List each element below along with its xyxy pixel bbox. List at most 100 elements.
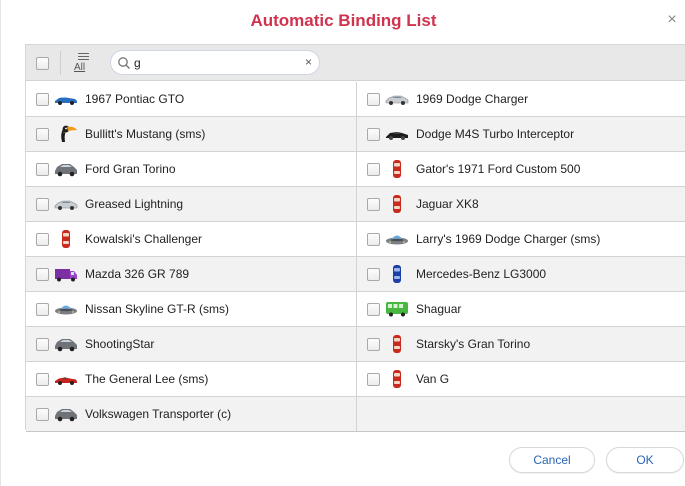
red-car-topdown-icon xyxy=(54,229,78,249)
item-label: Starsky's Gran Torino xyxy=(416,337,531,351)
empty-cell xyxy=(357,397,685,431)
list-row: ShootingStar Starsky's Gran Torino xyxy=(26,327,685,362)
ufo-icon xyxy=(385,229,409,249)
list-item[interactable]: The General Lee (sms) xyxy=(26,362,357,396)
view-all-button[interactable]: All xyxy=(72,50,94,76)
gray-car-icon xyxy=(54,159,78,179)
list-item[interactable]: Kowalski's Challenger xyxy=(26,222,357,256)
item-label: Dodge M4S Turbo Interceptor xyxy=(416,127,575,141)
item-label: Shaguar xyxy=(416,302,462,316)
item-checkbox[interactable] xyxy=(367,93,380,106)
item-label: The General Lee (sms) xyxy=(85,372,209,386)
view-all-label: All xyxy=(74,62,86,73)
list-row: Nissan Skyline GT-R (sms) Shaguar xyxy=(26,292,685,327)
list-toolbar: All × xyxy=(26,45,685,81)
list-item[interactable]: Van G xyxy=(357,362,685,396)
clear-search-icon[interactable]: × xyxy=(305,55,312,69)
toolbar-divider xyxy=(60,51,61,75)
list-row: Greased Lightning Jaguar XK8 xyxy=(26,187,685,222)
item-label: Mazda 326 GR 789 xyxy=(85,267,190,281)
list-item[interactable]: Dodge M4S Turbo Interceptor xyxy=(357,117,685,151)
red-car-topdown-icon xyxy=(385,159,409,179)
list-item[interactable]: Nissan Skyline GT-R (sms) xyxy=(26,292,357,326)
list-item[interactable]: Mazda 326 GR 789 xyxy=(26,257,357,291)
list-item[interactable]: Mercedes-Benz LG3000 xyxy=(357,257,685,291)
ok-button[interactable]: OK xyxy=(606,447,684,473)
gray-car-icon xyxy=(54,334,78,354)
item-checkbox[interactable] xyxy=(367,338,380,351)
item-label: Van G xyxy=(416,372,450,386)
toucan-icon xyxy=(54,124,78,144)
item-label: 1969 Dodge Charger xyxy=(416,92,529,106)
item-label: Volkswagen Transporter (c) xyxy=(85,407,232,421)
item-checkbox[interactable] xyxy=(36,198,49,211)
item-checkbox[interactable] xyxy=(36,233,49,246)
blue-car-topdown-icon xyxy=(385,264,409,284)
item-checkbox[interactable] xyxy=(36,408,49,421)
select-all-checkbox[interactable] xyxy=(36,57,49,70)
search-box[interactable]: × xyxy=(110,50,320,75)
green-bus-icon xyxy=(385,299,409,319)
list-row: Bullitt's Mustang (sms) Dodge M4S Turbo I… xyxy=(26,117,685,152)
item-label: Nissan Skyline GT-R (sms) xyxy=(85,302,230,316)
ufo-icon xyxy=(54,299,78,319)
item-checkbox[interactable] xyxy=(36,93,49,106)
automatic-binding-dialog: Automatic Binding List × All × 1967 Pont… xyxy=(0,0,685,486)
list-item[interactable]: Jaguar XK8 xyxy=(357,187,685,221)
gray-car-icon xyxy=(54,404,78,424)
list-item[interactable]: ShootingStar xyxy=(26,327,357,361)
item-checkbox[interactable] xyxy=(367,198,380,211)
cancel-button[interactable]: Cancel xyxy=(509,447,595,473)
close-icon[interactable]: × xyxy=(663,10,681,30)
item-checkbox[interactable] xyxy=(367,268,380,281)
purple-truck-icon xyxy=(54,264,78,284)
red-car-topdown-icon xyxy=(385,194,409,214)
list-item[interactable]: Shaguar xyxy=(357,292,685,326)
silver-sedan-icon xyxy=(385,89,409,109)
list-item[interactable]: Bullitt's Mustang (sms) xyxy=(26,117,357,151)
list-row: The General Lee (sms) Van G xyxy=(26,362,685,397)
red-car-topdown-icon xyxy=(385,334,409,354)
list-row: Mazda 326 GR 789 Mercedes-Benz LG3000 xyxy=(26,257,685,292)
list-row: Volkswagen Transporter (c) xyxy=(26,397,685,432)
item-label: Gator's 1971 Ford Custom 500 xyxy=(416,162,581,176)
item-checkbox[interactable] xyxy=(367,303,380,316)
item-checkbox[interactable] xyxy=(367,163,380,176)
black-sports-car-icon xyxy=(385,124,409,144)
list-item[interactable]: 1967 Pontiac GTO xyxy=(26,82,357,116)
item-label: Bullitt's Mustang (sms) xyxy=(85,127,206,141)
item-label: Kowalski's Challenger xyxy=(85,232,203,246)
red-car-topdown-icon xyxy=(385,369,409,389)
search-input[interactable] xyxy=(134,54,294,72)
red-sports-car-icon xyxy=(54,369,78,389)
item-label: Ford Gran Torino xyxy=(85,162,176,176)
item-checkbox[interactable] xyxy=(36,303,49,316)
item-label: 1967 Pontiac GTO xyxy=(85,92,185,106)
item-label: Jaguar XK8 xyxy=(416,197,479,211)
list-item[interactable]: Larry's 1969 Dodge Charger (sms) xyxy=(357,222,685,256)
item-label: Greased Lightning xyxy=(85,197,184,211)
list-icon xyxy=(78,53,89,61)
search-icon xyxy=(118,57,130,69)
item-checkbox[interactable] xyxy=(36,268,49,281)
item-label: ShootingStar xyxy=(85,337,155,351)
item-checkbox[interactable] xyxy=(367,233,380,246)
silver-sedan-icon xyxy=(54,194,78,214)
item-label: Larry's 1969 Dodge Charger (sms) xyxy=(416,232,601,246)
list-item[interactable]: 1969 Dodge Charger xyxy=(357,82,685,116)
list-row: 1967 Pontiac GTO 1969 Dodge Charger xyxy=(26,82,685,117)
list-item[interactable]: Greased Lightning xyxy=(26,187,357,221)
item-checkbox[interactable] xyxy=(367,128,380,141)
item-checkbox[interactable] xyxy=(367,373,380,386)
list-row: Kowalski's Challenger Larry's 1969 Dodge … xyxy=(26,222,685,257)
item-checkbox[interactable] xyxy=(36,338,49,351)
item-checkbox[interactable] xyxy=(36,373,49,386)
list-row: Ford Gran Torino Gator's 1971 Ford Custom… xyxy=(26,152,685,187)
list-item[interactable]: Ford Gran Torino xyxy=(26,152,357,186)
item-checkbox[interactable] xyxy=(36,163,49,176)
list-item[interactable]: Starsky's Gran Torino xyxy=(357,327,685,361)
list-item[interactable]: Volkswagen Transporter (c) xyxy=(26,397,357,431)
list-item[interactable]: Gator's 1971 Ford Custom 500 xyxy=(357,152,685,186)
binding-list: All × 1967 Pontiac GTO 1969 Dodge Charger… xyxy=(25,44,685,432)
item-checkbox[interactable] xyxy=(36,128,49,141)
